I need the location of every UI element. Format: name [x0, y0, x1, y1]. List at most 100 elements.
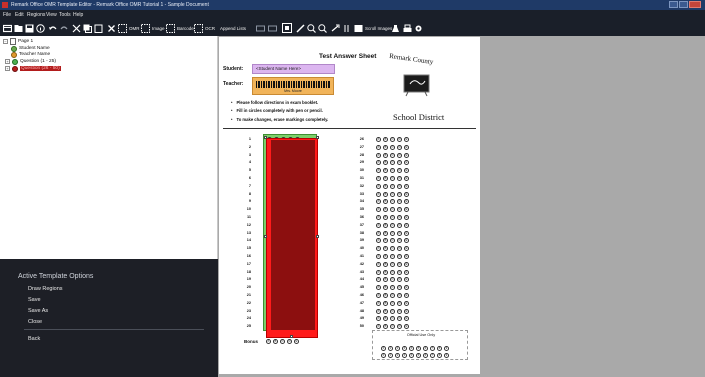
teacher-name-region[interactable]: Mrs. Moore	[252, 77, 334, 95]
answer-bubble[interactable]: E	[404, 222, 409, 228]
answer-bubble[interactable]: 1	[388, 346, 393, 351]
menu-regions[interactable]: Regions	[27, 11, 45, 19]
answer-bubble[interactable]: A	[376, 160, 381, 166]
answer-bubble[interactable]: 5	[416, 353, 421, 358]
answer-bubble[interactable]: E	[404, 238, 409, 244]
answer-bubble[interactable]: C	[390, 285, 395, 291]
answer-bubble[interactable]: A	[376, 285, 381, 291]
answer-bubble[interactable]: B	[383, 215, 388, 220]
answer-bubble[interactable]: D	[397, 191, 402, 197]
answer-bubble[interactable]: C	[390, 144, 395, 150]
answer-bubble[interactable]: D	[397, 230, 402, 236]
answer-bubble[interactable]: A	[376, 183, 381, 189]
answer-bubble[interactable]: 7	[430, 346, 435, 351]
draw-regions-option[interactable]: Draw Regions	[28, 286, 63, 292]
ocr-region-button[interactable]: OCR	[194, 23, 215, 33]
answer-bubble[interactable]: B	[383, 300, 388, 306]
student-name-region[interactable]: <Student Name Here>	[252, 64, 335, 74]
answer-bubble[interactable]: A	[376, 207, 381, 213]
answer-bubble[interactable]: D	[397, 215, 402, 220]
answer-bubble[interactable]: B	[383, 324, 388, 330]
answer-bubble[interactable]: A	[376, 152, 381, 158]
answer-bubble[interactable]: D	[397, 137, 402, 142]
info-button[interactable]	[36, 23, 45, 33]
answer-bubble[interactable]: E	[404, 293, 409, 298]
answer-bubble[interactable]: A	[376, 144, 381, 150]
document-canvas[interactable]: Test Answer Sheet Student: <Student Name…	[218, 36, 705, 377]
answer-bubble[interactable]: D	[397, 285, 402, 291]
menu-edit[interactable]: Edit	[15, 11, 24, 19]
close-option[interactable]: Close	[28, 319, 42, 325]
answer-bubble[interactable]: C	[390, 269, 395, 275]
delete-button[interactable]	[107, 23, 116, 33]
save-as-option[interactable]: Save As	[28, 308, 48, 314]
answer-bubble[interactable]: B	[383, 285, 388, 291]
answer-bubble[interactable]: C	[390, 137, 395, 142]
answer-bubble[interactable]: D	[397, 293, 402, 298]
answer-bubble[interactable]: D	[397, 316, 402, 322]
answer-bubble[interactable]: E	[404, 183, 409, 189]
answer-bubble[interactable]: B	[383, 168, 388, 174]
menu-view[interactable]: View	[46, 11, 57, 19]
answer-bubble[interactable]: B	[383, 316, 388, 322]
answer-bubble[interactable]: D	[397, 300, 402, 306]
answer-bubble[interactable]: A	[376, 238, 381, 244]
answer-bubble[interactable]: B	[383, 207, 388, 213]
answer-bubble[interactable]: D	[397, 238, 402, 244]
answer-bubble[interactable]: C	[390, 168, 395, 174]
answer-bubble[interactable]: 8	[437, 353, 442, 358]
answer-bubble[interactable]: B	[383, 222, 388, 228]
answer-bubble[interactable]: A	[376, 308, 381, 314]
answer-bubble[interactable]: D	[397, 152, 402, 158]
fit-page-button[interactable]	[282, 23, 292, 33]
append-lists-button[interactable]: Append Lists	[218, 23, 246, 33]
paste-button[interactable]	[94, 23, 103, 33]
answer-bubble[interactable]: B	[383, 183, 388, 189]
answer-bubble[interactable]: C	[390, 277, 395, 283]
answer-bubble[interactable]: 4	[409, 346, 414, 351]
answer-bubble[interactable]: E	[404, 324, 409, 330]
menu-file[interactable]: File	[3, 11, 11, 19]
answer-bubble[interactable]: A	[376, 137, 381, 142]
resize-handle[interactable]	[264, 235, 267, 238]
answer-bubble[interactable]: D	[397, 277, 402, 283]
answer-bubble[interactable]: E	[404, 246, 409, 252]
answer-bubble[interactable]: B	[383, 277, 388, 283]
answer-bubble[interactable]: C	[390, 238, 395, 244]
answer-bubble[interactable]: E	[404, 176, 409, 181]
pen-button[interactable]	[296, 23, 305, 33]
answer-bubble[interactable]: E	[404, 285, 409, 291]
answer-bubble[interactable]: B	[383, 254, 388, 259]
answer-bubble[interactable]: 0	[381, 353, 386, 358]
tree-node-teacher-name[interactable]: Teacher Name	[11, 51, 50, 58]
settings-button[interactable]	[414, 23, 423, 33]
answer-bubble[interactable]: 0	[381, 346, 386, 351]
answer-bubble[interactable]: C	[390, 324, 395, 330]
answer-bubble[interactable]: D	[397, 254, 402, 259]
answer-bubble[interactable]: 3	[402, 346, 407, 351]
resize-handle[interactable]	[290, 335, 293, 338]
barcode-region-button[interactable]: Barcode	[166, 23, 194, 33]
scroll-images-button[interactable]: Scroll Images	[354, 23, 392, 33]
cut-button[interactable]	[72, 23, 81, 33]
answer-bubble[interactable]: C	[390, 207, 395, 213]
answer-bubble[interactable]: B	[383, 199, 388, 205]
answer-bubble[interactable]: C	[390, 308, 395, 314]
answer-bubble[interactable]: E	[404, 215, 409, 220]
answer-bubble[interactable]: A	[376, 261, 381, 267]
answer-bubble[interactable]: A	[376, 168, 381, 174]
answer-bubble[interactable]: 9	[444, 353, 449, 358]
answer-bubble[interactable]: C	[390, 176, 395, 181]
answer-bubble[interactable]: E	[404, 137, 409, 142]
answer-bubble[interactable]: A	[376, 222, 381, 228]
answer-bubble[interactable]: C	[390, 293, 395, 298]
rotate-button[interactable]	[331, 23, 340, 33]
answer-bubble[interactable]: D	[397, 222, 402, 228]
menu-tools[interactable]: Tools	[59, 11, 71, 19]
answer-bubble[interactable]: 6	[423, 353, 428, 358]
answer-bubble[interactable]: B	[273, 339, 278, 344]
resize-handle[interactable]	[264, 136, 267, 139]
answer-bubble[interactable]: A	[266, 339, 271, 344]
answer-bubble[interactable]: B	[383, 191, 388, 197]
answer-bubble[interactable]: E	[404, 230, 409, 236]
